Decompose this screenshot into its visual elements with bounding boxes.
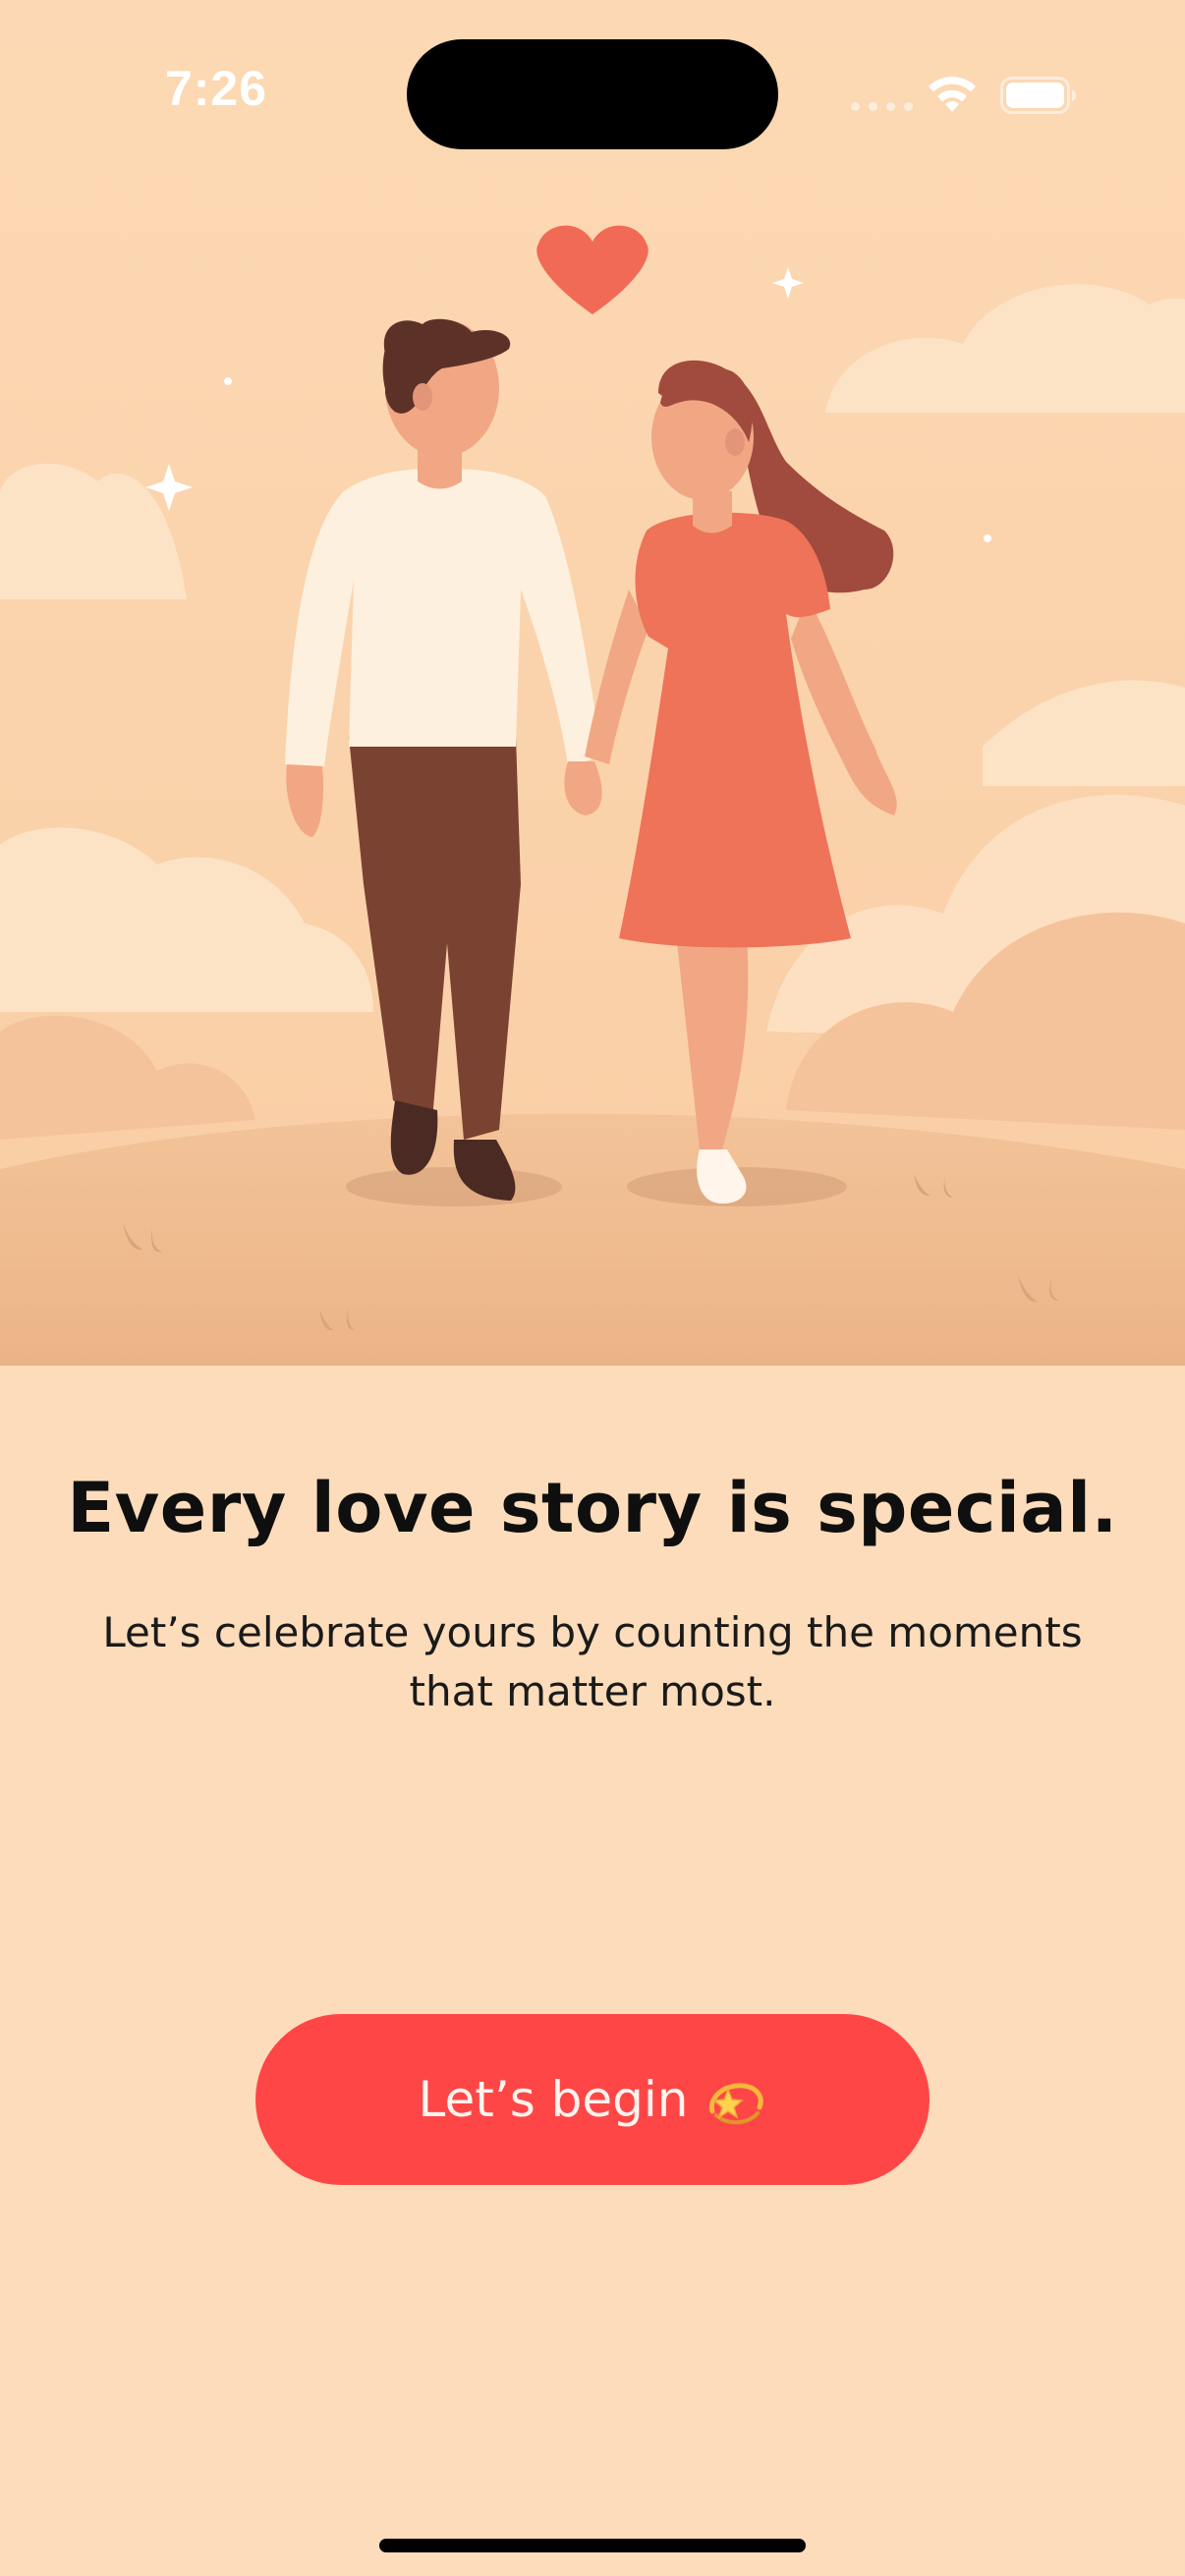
- home-indicator: [379, 2539, 806, 2552]
- ground-hill: [0, 1113, 1185, 1366]
- lets-begin-button[interactable]: Let’s begin: [255, 2014, 930, 2185]
- onboarding-screen: 7:26 Every love story is special. Let’s …: [0, 0, 1185, 2576]
- signal-icon: [851, 102, 913, 111]
- onboarding-subtitle: Let’s celebrate yours by counting the mo…: [102, 1608, 1083, 1715]
- status-time: 7:26: [164, 61, 268, 116]
- wifi-icon: [929, 77, 976, 112]
- lets-begin-label: Let’s begin: [418, 2071, 689, 2128]
- dizzy-star-icon: [708, 2083, 763, 2125]
- onboarding-title: Every love story is special.: [67, 1468, 1118, 1548]
- battery-icon: [1000, 77, 1076, 114]
- dynamic-island: [407, 39, 778, 149]
- hero-illustration: [0, 0, 1185, 1366]
